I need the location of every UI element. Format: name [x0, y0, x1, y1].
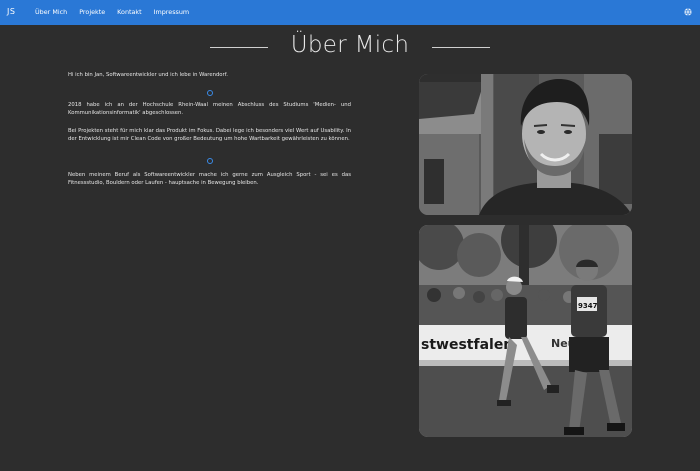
education-paragraph: 2018 habe ich an der Hochschule Rhein-Wa… [68, 102, 351, 116]
banner-text: stwestfalen [421, 337, 513, 353]
page-title: Über Mich [290, 32, 410, 58]
nav-link-ueber-mich[interactable]: Über Mich [35, 8, 67, 16]
portrait-photo [419, 74, 632, 215]
globe-icon[interactable] [684, 8, 692, 16]
nav-link-kontakt[interactable]: Kontakt [117, 8, 141, 16]
work-paragraph: Bei Projekten steht für mich klar das Pr… [68, 128, 351, 142]
running-photo: stwestfalen Neu 9347 [419, 225, 632, 437]
heading-rule-right [432, 47, 490, 48]
nav-link-impressum[interactable]: Impressum [154, 8, 190, 16]
nav-link-projekte[interactable]: Projekte [79, 8, 105, 16]
nav-links: Über Mich Projekte Kontakt Impressum [35, 8, 201, 16]
navbar: JS Über Mich Projekte Kontakt Impressum [0, 0, 700, 25]
intro-paragraph: Hi ich bin Jan, Softwareentwickler und i… [68, 72, 228, 78]
separator-circle-icon [207, 90, 213, 96]
brand-logo[interactable]: JS [7, 7, 15, 16]
separator-circle-icon [207, 158, 213, 164]
hobby-paragraph: Neben meinem Beruf als Softwareentwickle… [68, 172, 351, 186]
page-heading: Über Mich [210, 30, 490, 62]
bib-number: 9347 [578, 302, 598, 310]
